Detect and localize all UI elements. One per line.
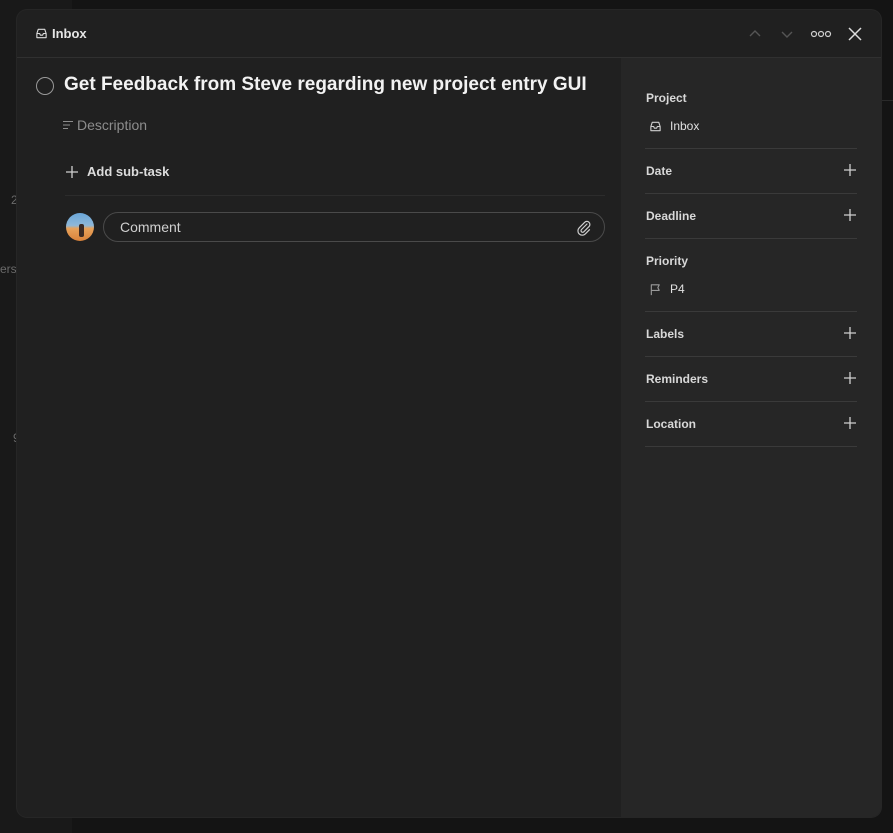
close-button[interactable] (843, 22, 867, 46)
priority-value: P4 (670, 282, 685, 296)
priority-selector[interactable]: P4 (646, 282, 857, 296)
project-label: Project (646, 91, 687, 105)
task-main-pane: Get Feedback from Steve regarding new pr… (17, 58, 621, 817)
task-title-row: Get Feedback from Steve regarding new pr… (36, 74, 587, 96)
description-field[interactable]: Description (63, 117, 147, 133)
chevron-down-icon (781, 31, 793, 38)
more-actions-button[interactable] (807, 22, 835, 46)
labels-label: Labels (646, 327, 685, 341)
reminders-section[interactable]: Reminders (646, 372, 857, 386)
modal-header: Inbox (17, 10, 881, 58)
background-text-fragment: ers (0, 262, 17, 276)
flag-icon (650, 283, 660, 295)
divider (645, 446, 857, 447)
plus-icon (66, 165, 78, 178)
inbox-icon (650, 121, 661, 131)
more-icon (810, 30, 832, 38)
divider (645, 238, 857, 239)
reminders-label: Reminders (646, 372, 709, 386)
breadcrumb-project-label: Inbox (52, 26, 87, 41)
project-selector[interactable]: Inbox (646, 119, 857, 133)
priority-section: Priority P4 (646, 254, 857, 296)
deadline-label: Deadline (646, 209, 697, 223)
header-actions (743, 22, 867, 46)
inbox-icon (36, 28, 47, 39)
avatar (66, 213, 94, 241)
task-detail-modal: Inbox Get Feedback from Steve regarding … (17, 10, 881, 817)
date-section[interactable]: Date (646, 164, 857, 178)
priority-label: Priority (646, 254, 689, 268)
previous-task-button[interactable] (743, 22, 767, 46)
chevron-up-icon (749, 30, 761, 37)
divider (645, 148, 857, 149)
add-location-icon[interactable] (843, 416, 857, 430)
add-reminder-icon[interactable] (843, 371, 857, 385)
complete-task-checkbox[interactable] (36, 77, 54, 95)
divider (645, 356, 857, 357)
add-subtask-label: Add sub-task (87, 164, 170, 179)
divider (645, 311, 857, 312)
deadline-section[interactable]: Deadline (646, 209, 857, 223)
close-icon (848, 27, 862, 41)
date-label: Date (646, 164, 673, 178)
description-placeholder: Description (77, 117, 148, 133)
attachment-icon[interactable] (576, 219, 592, 237)
divider (645, 401, 857, 402)
add-subtask-button[interactable]: Add sub-task (65, 164, 169, 179)
task-title[interactable]: Get Feedback from Steve regarding new pr… (64, 74, 587, 96)
location-section[interactable]: Location (646, 417, 857, 431)
add-deadline-icon[interactable] (843, 208, 857, 222)
divider (65, 195, 605, 196)
task-properties-sidebar: Project Inbox Date Deadline Priority P4 … (621, 58, 881, 817)
comment-input[interactable]: Comment (103, 212, 605, 242)
project-section: Project Inbox (646, 91, 857, 133)
location-label: Location (646, 417, 696, 431)
comment-placeholder: Comment (120, 219, 181, 235)
background-divider (880, 100, 893, 101)
add-label-icon[interactable] (843, 326, 857, 340)
description-icon (63, 121, 73, 129)
next-task-button[interactable] (775, 22, 799, 46)
breadcrumb[interactable]: Inbox (35, 26, 87, 41)
add-date-icon[interactable] (843, 163, 857, 177)
labels-section[interactable]: Labels (646, 327, 857, 341)
project-value: Inbox (670, 119, 700, 133)
divider (645, 193, 857, 194)
